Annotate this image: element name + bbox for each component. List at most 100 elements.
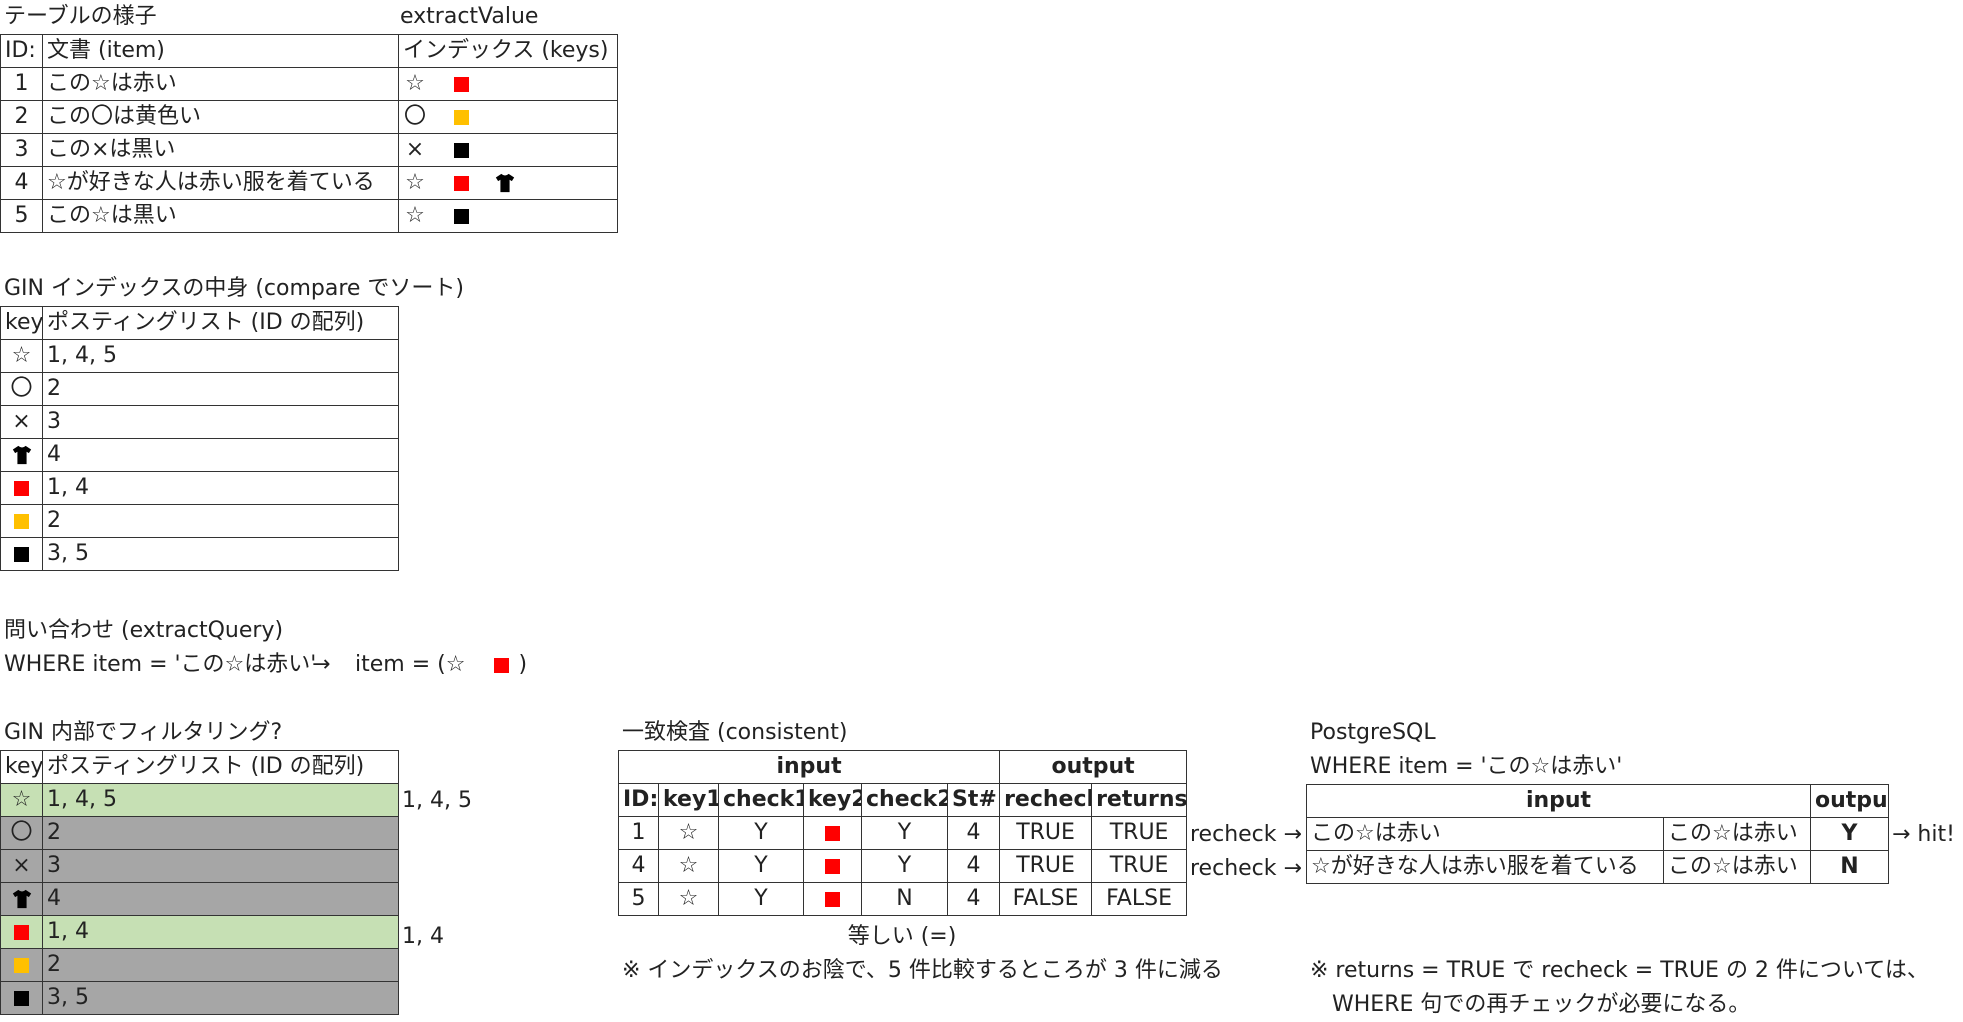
gin-row: 〇 2 [0, 372, 399, 406]
row-id: 4 [0, 166, 43, 200]
filter-row-matched: 1, 4 [0, 915, 399, 949]
query-item-prefix: item = (☆ [355, 652, 466, 677]
query-item-suffix: ) [518, 652, 528, 677]
row-id: 5 [618, 882, 659, 916]
consistent-row: 4 ☆ Y Y 4 TRUE TRUE [618, 849, 1188, 883]
red-square-icon [14, 924, 29, 940]
filter-section-title: GIN 内部でフィルタリング? [4, 720, 283, 745]
row-item: この〇は黄色い [42, 100, 399, 134]
query-where-clause: WHERE item = 'この☆は赤い' [4, 652, 317, 677]
col-header-key: key [0, 306, 43, 340]
col-header-key1: key1 [658, 783, 719, 817]
star-icon: ☆ [0, 783, 43, 817]
red-square-icon [825, 891, 840, 907]
circle-icon: 〇 [0, 372, 43, 406]
star-icon: ☆ [658, 816, 719, 850]
filter-row-excluded: 4 [0, 882, 399, 916]
col-header-posting-list: ポスティングリスト (ID の配列) [42, 750, 399, 784]
postgres-where-clause: WHERE item = 'この☆は赤い' [1310, 754, 1623, 779]
star-icon: ☆ [405, 71, 425, 96]
filter-side-note: 1, 4, 5 [402, 788, 472, 813]
posting-list: 2 [42, 948, 399, 982]
strategy-value: 4 [946, 849, 1001, 883]
col-header-check2: check2 [861, 783, 948, 817]
check2-value: N [861, 882, 948, 916]
gin-key-shirt [0, 438, 43, 472]
shirt-icon [12, 445, 31, 465]
star-icon: ☆ [405, 203, 425, 228]
row-keys: × [398, 133, 618, 167]
cross-icon: × [405, 137, 425, 162]
equal-label: 等しい (=) [847, 924, 957, 949]
col-header-item: 文書 (item) [42, 34, 399, 68]
check2-value: Y [861, 816, 948, 850]
group-header-input: input [1305, 784, 1812, 818]
row-keys: ☆ [398, 67, 618, 101]
cross-icon: × [0, 405, 43, 439]
filter-row-excluded: 2 [0, 948, 399, 982]
col-header-id: ID: [618, 783, 659, 817]
extract-value-title: extractValue [400, 4, 539, 29]
check1-value: Y [718, 882, 804, 916]
col-header-returns: returns [1091, 783, 1188, 817]
table-row: 3 この×は黒い × [0, 133, 618, 167]
filter-header-row: key ポスティングリスト (ID の配列) [0, 750, 399, 784]
black-square-icon [454, 208, 469, 224]
col-header-strategy: St# [946, 783, 1001, 817]
row-item: この×は黒い [42, 133, 399, 167]
postgres-group-row: input output [1305, 784, 1890, 818]
col-header-id: ID: [0, 34, 43, 68]
check2-value: Y [861, 849, 948, 883]
query-section-title: 問い合わせ (extractQuery) [4, 618, 284, 643]
postgres-table: input output この☆は赤い この☆は赤い Y ☆が好きな人は赤い服を… [1305, 784, 1890, 884]
group-header-output: output [1810, 784, 1890, 818]
recheck-arrow-note: recheck → [1190, 856, 1302, 881]
table-section-title: テーブルの様子 [4, 4, 157, 29]
red-square-icon [14, 480, 29, 496]
posting-list: 1, 4 [42, 471, 399, 505]
filter-key-yellow [0, 948, 43, 982]
yellow-square-icon [454, 109, 469, 125]
returns-value: TRUE [1091, 816, 1188, 850]
query-extracted: item = (☆ ) [355, 648, 527, 682]
hit-note: → hit! [1892, 822, 1955, 847]
shirt-icon [495, 173, 515, 193]
star-icon: ☆ [405, 170, 425, 195]
gin-index-table: key ポスティングリスト (ID の配列) ☆ 1, 4, 5 〇 2 × 3… [0, 306, 399, 571]
filter-key-black [0, 981, 43, 1015]
filter-row-excluded: 〇 2 [0, 816, 399, 850]
gin-row: × 3 [0, 405, 399, 439]
filter-key-shirt [0, 882, 43, 916]
recheck-value: TRUE [999, 816, 1093, 850]
strategy-value: 4 [946, 816, 1001, 850]
circle-icon: 〇 [0, 816, 43, 850]
recheck-value: TRUE [999, 849, 1093, 883]
posting-list: 4 [42, 882, 399, 916]
row-query: この☆は赤い [1662, 850, 1812, 884]
key2-cell [803, 816, 862, 850]
key2-cell [803, 882, 862, 916]
row-result: N [1810, 850, 1890, 884]
posting-list: 2 [42, 816, 399, 850]
row-keys: ☆ [398, 166, 618, 200]
posting-list: 3, 5 [42, 981, 399, 1015]
document-table: ID: 文書 (item) インデックス (keys) 1 この☆は赤い ☆ 2… [0, 34, 618, 233]
recheck-value: FALSE [999, 882, 1093, 916]
filter-row-excluded: 3, 5 [0, 981, 399, 1015]
gin-row: 4 [0, 438, 399, 472]
gin-key-black [0, 537, 43, 571]
returns-value: TRUE [1091, 849, 1188, 883]
postgres-footnote-1: ※ returns = TRUE で recheck = TRUE の 2 件に… [1310, 958, 1929, 983]
gin-row: ☆ 1, 4, 5 [0, 339, 399, 373]
consistent-header-row: ID: key1 check1 key2 check2 St# recheck … [618, 783, 1188, 817]
consistent-footnote: ※ インデックスのお陰で、5 件比較するところが 3 件に減る [622, 958, 1223, 983]
table-row: 4 ☆が好きな人は赤い服を着ている ☆ [0, 166, 618, 200]
red-square-icon [494, 657, 510, 673]
red-square-icon [454, 175, 469, 191]
key2-cell [803, 849, 862, 883]
col-header-posting-list: ポスティングリスト (ID の配列) [42, 306, 399, 340]
consistent-row: 5 ☆ Y N 4 FALSE FALSE [618, 882, 1188, 916]
gin-key-yellow [0, 504, 43, 538]
check1-value: Y [718, 816, 804, 850]
gin-row: 1, 4 [0, 471, 399, 505]
